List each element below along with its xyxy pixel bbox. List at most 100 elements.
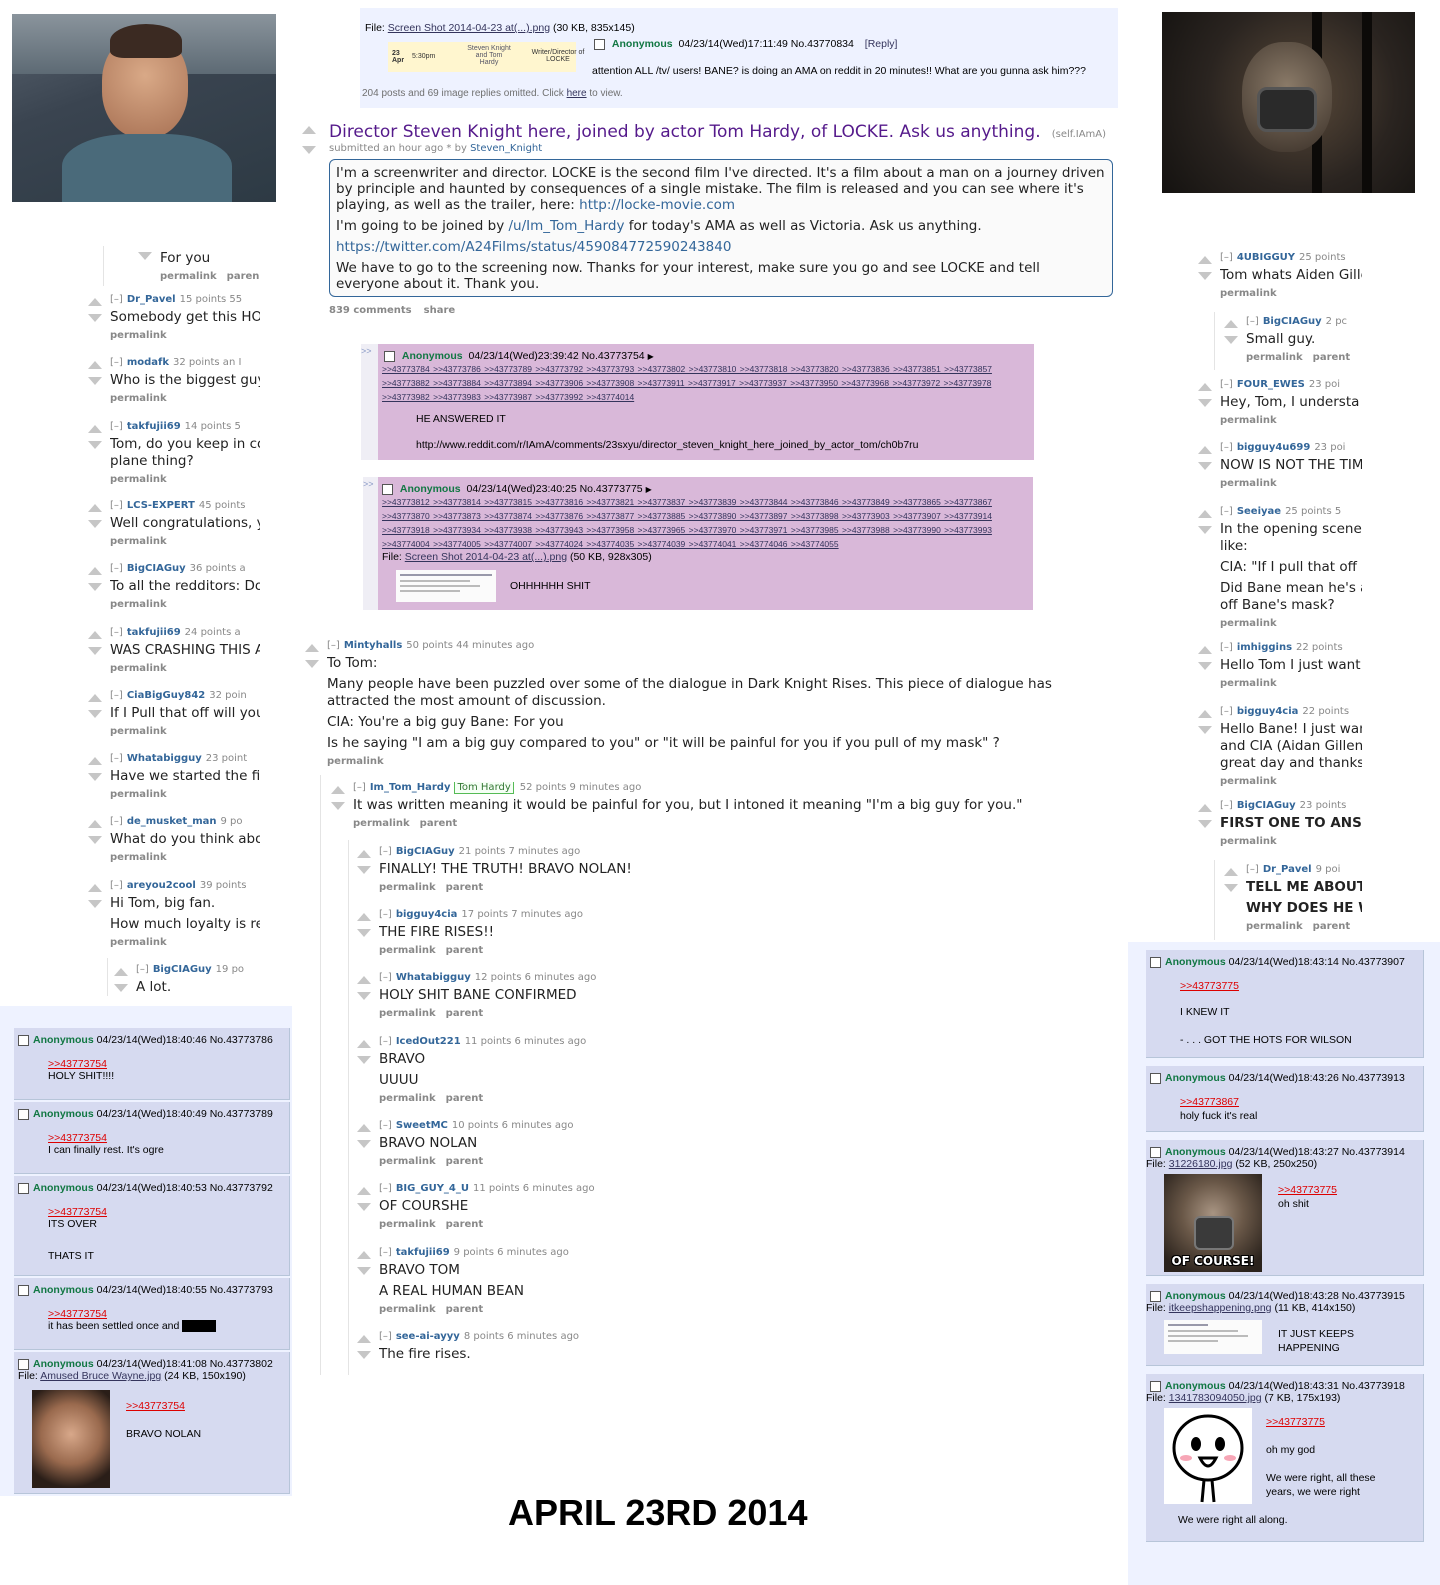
bane-of-course-thumbnail[interactable]: OF COURSE! <box>1164 1174 1262 1272</box>
comment-author[interactable]: SweetMC <box>396 1120 448 1131</box>
parent-link[interactable]: parent <box>446 1156 484 1167</box>
downvote-arrow-icon[interactable] <box>357 1140 371 1148</box>
downvote-arrow-icon[interactable] <box>88 441 102 449</box>
collapse-toggle[interactable]: [–] <box>1220 252 1233 263</box>
quote-link[interactable]: >>43773754 <box>48 1132 285 1144</box>
collapse-toggle[interactable]: [–] <box>379 1247 392 1258</box>
file-link[interactable]: Amused Bruce Wayne.jpg <box>40 1370 161 1382</box>
upvote-arrow-icon[interactable] <box>357 913 371 921</box>
permalink[interactable]: permalink <box>379 1093 436 1104</box>
comment-author[interactable]: Dr_Pavel <box>127 294 176 305</box>
collapse-toggle[interactable]: [–] <box>110 690 123 701</box>
upvote-arrow-icon[interactable] <box>331 786 345 794</box>
post-checkbox[interactable] <box>382 483 393 495</box>
permalink[interactable]: permalink <box>1220 618 1277 629</box>
post-checkbox[interactable] <box>18 1182 29 1194</box>
permalink[interactable]: permalink <box>1246 352 1303 363</box>
post-checkbox[interactable] <box>1150 1072 1161 1084</box>
collapse-toggle[interactable]: [–] <box>110 880 123 891</box>
upvote-arrow-icon[interactable] <box>1198 646 1212 654</box>
upvote-arrow-icon[interactable] <box>88 820 102 828</box>
downvote-arrow-icon[interactable] <box>1198 820 1212 828</box>
comment-author[interactable]: areyou2cool <box>127 880 196 891</box>
collapse-toggle[interactable]: [–] <box>110 500 123 511</box>
comment-author[interactable]: imhiggins <box>1237 642 1292 653</box>
ama-author[interactable]: Steven_Knight <box>470 143 542 154</box>
expand-arrow-icon[interactable]: ▶ <box>646 485 652 494</box>
parent-link[interactable]: parent <box>446 1008 484 1019</box>
permalink[interactable]: permalink <box>1220 836 1277 847</box>
collapse-toggle[interactable]: [–] <box>327 640 340 651</box>
permalink[interactable]: permalink <box>110 536 167 547</box>
post-checkbox[interactable] <box>1150 956 1161 968</box>
twitter-link[interactable]: https://twitter.com/A24Films/status/4590… <box>336 239 731 255</box>
parent-link[interactable]: parent <box>446 1219 484 1230</box>
comment-author[interactable]: BigCIAGuy <box>127 563 186 574</box>
downvote-arrow-icon[interactable] <box>1198 462 1212 470</box>
post-checkbox[interactable] <box>18 1034 29 1046</box>
collapse-toggle[interactable]: [–] <box>1220 442 1233 453</box>
parent-link[interactable]: parent <box>446 882 484 893</box>
collapse-toggle[interactable]: [–] <box>1220 379 1233 390</box>
permalink[interactable]: permalink <box>379 1219 436 1230</box>
comment-author[interactable]: Mintyhalls <box>344 640 402 651</box>
downvote-arrow-icon[interactable] <box>1224 884 1238 892</box>
op-thumbnail[interactable]: 23 Apr 5:30pm Steven Knight and Tom Hard… <box>388 42 584 72</box>
omitted-link[interactable]: here <box>567 88 587 99</box>
collapse-toggle[interactable]: [–] <box>1220 506 1233 517</box>
collapse-toggle[interactable]: [–] <box>1246 316 1259 327</box>
collapse-toggle[interactable]: [–] <box>110 421 123 432</box>
collapse-toggle[interactable]: [–] <box>379 1036 392 1047</box>
permalink[interactable]: permalink <box>379 945 436 956</box>
permalink[interactable]: permalink <box>379 882 436 893</box>
permalink[interactable]: permalink <box>327 756 384 767</box>
upvote-arrow-icon[interactable] <box>1198 510 1212 518</box>
collapse-toggle[interactable]: [–] <box>1220 706 1233 717</box>
permalink[interactable]: permalink <box>160 271 217 282</box>
upvote-arrow-icon[interactable] <box>88 567 102 575</box>
permalink[interactable]: permalink <box>353 818 410 829</box>
downvote-arrow-icon[interactable] <box>357 866 371 874</box>
reply-links[interactable]: >>43773812 >>43773814 >>43773815 >>43773… <box>382 495 1022 551</box>
comment-author[interactable]: FOUR_EWES <box>1237 379 1305 390</box>
upvote-arrow-icon[interactable] <box>357 850 371 858</box>
comment-author[interactable]: IcedOut221 <box>396 1036 461 1047</box>
permalink[interactable]: permalink <box>1246 921 1303 932</box>
upvote-arrow-icon[interactable] <box>88 298 102 306</box>
ama-title[interactable]: Director Steven Knight here, joined by a… <box>329 122 1041 142</box>
collapse-toggle[interactable]: [–] <box>110 357 123 368</box>
permalink[interactable]: permalink <box>110 330 167 341</box>
downvote-arrow-icon[interactable] <box>1224 336 1238 344</box>
upvote-arrow-icon[interactable] <box>88 757 102 765</box>
upvote-arrow-icon[interactable] <box>1198 256 1212 264</box>
ama-domain[interactable]: (self.IAmA) <box>1052 129 1106 140</box>
downvote-arrow-icon[interactable] <box>1198 399 1212 407</box>
upvote-arrow-icon[interactable] <box>302 126 316 134</box>
upvote-arrow-icon[interactable] <box>114 968 128 976</box>
downvote-arrow-icon[interactable] <box>1198 726 1212 734</box>
collapse-toggle[interactable]: [–] <box>110 563 123 574</box>
parent-link[interactable]: parent <box>1313 921 1351 932</box>
downvote-arrow-icon[interactable] <box>1198 662 1212 670</box>
permalink[interactable]: permalink <box>110 599 167 610</box>
upvote-arrow-icon[interactable] <box>357 976 371 984</box>
upvote-arrow-icon[interactable] <box>1198 804 1212 812</box>
upvote-arrow-icon[interactable] <box>88 361 102 369</box>
downvote-arrow-icon[interactable] <box>138 252 152 260</box>
downvote-arrow-icon[interactable] <box>302 146 316 154</box>
post-checkbox[interactable] <box>18 1108 29 1120</box>
parent-link[interactable]: parent <box>420 818 458 829</box>
comment-author[interactable]: bigguy4cia <box>1237 706 1299 717</box>
upvote-arrow-icon[interactable] <box>88 884 102 892</box>
downvote-arrow-icon[interactable] <box>88 647 102 655</box>
permalink[interactable]: permalink <box>110 474 167 485</box>
collapse-toggle[interactable]: [–] <box>110 816 123 827</box>
upvote-arrow-icon[interactable] <box>88 631 102 639</box>
permalink[interactable]: permalink <box>1220 776 1277 787</box>
permalink[interactable]: permalink <box>379 1008 436 1019</box>
downvote-arrow-icon[interactable] <box>88 900 102 908</box>
comment-author[interactable]: Dr_Pavel <box>1263 864 1312 875</box>
file-link[interactable]: Screen Shot 2014-04-23 at(...).png <box>405 551 567 563</box>
comment-author[interactable]: bigguy4cia <box>396 909 458 920</box>
downvote-arrow-icon[interactable] <box>88 377 102 385</box>
